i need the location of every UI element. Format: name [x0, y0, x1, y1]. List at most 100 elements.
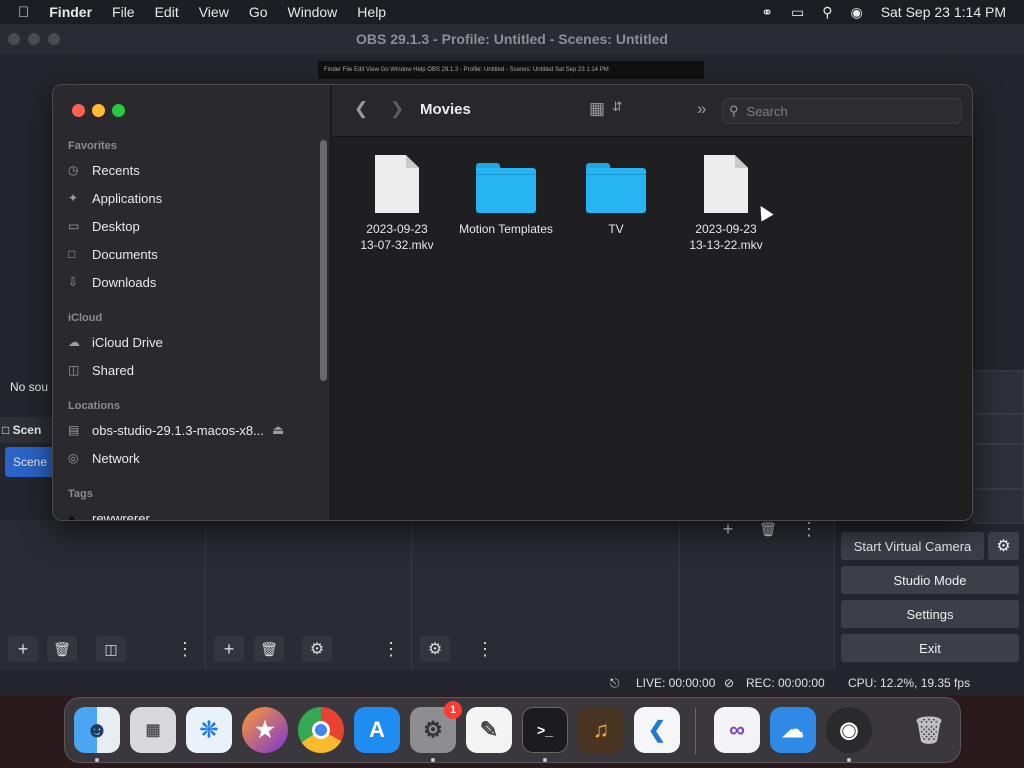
live-status: LIVE: 00:00:00 [636, 676, 716, 690]
grid-view-icon[interactable]: ▦ [589, 99, 605, 119]
finder-minimize-button[interactable] [92, 104, 105, 117]
menu-go[interactable]: Go [249, 4, 268, 20]
virtual-camera-settings-gear-icon[interactable]: ⚙ [988, 532, 1019, 560]
terminal-dock-icon[interactable]: >_ [522, 707, 568, 753]
obs-status-icon[interactable]: ⚭ [761, 4, 773, 21]
sidebar-item-applications[interactable]: ✦ Applications [68, 188, 318, 208]
vscode-dock-icon[interactable]: ❮ [634, 707, 680, 753]
dock-divider [695, 708, 696, 754]
menu-edit[interactable]: Edit [155, 4, 179, 20]
scenes-dock-title: □ Scen [0, 417, 52, 443]
search-input[interactable] [746, 103, 937, 119]
icloud-header: iCloud [68, 312, 103, 324]
sidebar-item-recents[interactable]: ◷ Recents [68, 160, 318, 180]
app-store-dock-icon[interactable]: A [354, 707, 400, 753]
spotlight-search-icon[interactable]: ⚲ [822, 4, 832, 21]
source-properties-gear-icon[interactable]: ⚙ [302, 636, 332, 662]
finder-sidebar: Favorites ◷ Recents ✦ Applications ▭ Deskto… [53, 85, 331, 521]
add-source-icon[interactable]: + [214, 636, 244, 662]
folder-item[interactable]: TV [561, 153, 671, 237]
screen-mirror-icon[interactable]: ▭ [791, 4, 804, 21]
scenes-dock-label: Scen [12, 423, 42, 437]
textedit-dock-icon[interactable]: ✎ [466, 707, 512, 753]
search-field[interactable]: ⚲ [722, 98, 962, 124]
weather-dock-icon[interactable]: ☁ [770, 707, 816, 753]
chrome-dock-icon[interactable] [298, 707, 344, 753]
sidebar-item-desktop[interactable]: ▭ Desktop [68, 216, 318, 236]
tags-header: Tags [68, 488, 93, 500]
cloud-icon: ☁ [68, 335, 80, 349]
obs-side-panel [973, 414, 1024, 444]
sidebar-item-label: Desktop [92, 218, 140, 234]
exit-button[interactable]: Exit [841, 634, 1019, 662]
control-center-icon[interactable]: ◉ [850, 4, 862, 21]
remove-scene-icon[interactable]: 🗑 [47, 636, 77, 662]
audio-menu-icon[interactable]: ⋮ [470, 636, 500, 662]
obs-dock-icon[interactable]: ◉ [826, 707, 872, 753]
more-toolbar-items-icon[interactable]: » [697, 99, 706, 119]
running-indicator [847, 758, 851, 762]
folder-title: Movies [420, 101, 471, 118]
safari-dock-icon[interactable]: ❊ [186, 707, 232, 753]
rec-icon: ⊘ [724, 676, 735, 690]
obs-zoom-button[interactable] [48, 33, 60, 45]
launchpad-dock-icon[interactable]: ▦ [130, 707, 176, 753]
menu-view[interactable]: View [199, 4, 229, 20]
menu-app-name[interactable]: Finder [49, 4, 92, 20]
eject-icon[interactable]: ⏏ [272, 422, 284, 438]
sidebar-item-network[interactable]: ◎ Network [68, 448, 318, 468]
sidebar-item-label: obs-studio-29.1.3-macos-x8... [92, 422, 264, 438]
apple-menu-icon[interactable]:  [18, 4, 29, 21]
audio-settings-gear-icon[interactable]: ⚙ [420, 636, 450, 662]
menu-window[interactable]: Window [288, 4, 338, 20]
sidebar-item-tag[interactable]: ● rewwrerer [68, 508, 318, 521]
garageband-dock-icon[interactable]: ♫ [578, 707, 624, 753]
settings-button[interactable]: Settings [841, 600, 1019, 628]
source-menu-icon[interactable]: ⋮ [376, 636, 406, 662]
finder-zoom-button[interactable] [112, 104, 125, 117]
forward-chevron-icon[interactable]: ❯ [390, 99, 404, 119]
studio-mode-button[interactable]: Studio Mode [841, 566, 1019, 594]
finder-close-button[interactable] [72, 104, 85, 117]
sidebar-item-label: Applications [92, 190, 163, 206]
system-settings-dock-icon[interactable]: ⚙ 1 [410, 701, 462, 753]
remove-source-icon[interactable]: 🗑 [254, 636, 284, 662]
dock: ☻ ▦ ❊ ★ A ⚙ 1 ✎ >_ ♫ ❮ ∞ ☁ ◉ 🗑 [64, 697, 961, 763]
view-options-chevron-icon[interactable]: ⇵ [612, 99, 623, 115]
sidebar-item-shared[interactable]: ◫ Shared [68, 360, 318, 380]
sidebar-item-icloud-drive[interactable]: ☁ iCloud Drive [68, 332, 318, 352]
file-name-line1: 2023-09-23 [695, 222, 757, 236]
cpu-status: CPU: 12.2%, 19.35 fps [848, 676, 971, 690]
menubar-clock[interactable]: Sat Sep 23 1:14 PM [881, 4, 1006, 20]
obs-minimize-button[interactable] [28, 33, 40, 45]
folder-item[interactable]: Motion Templates [451, 153, 561, 237]
firefox-dock-icon[interactable]: ★ [242, 707, 288, 753]
document-icon: □ [68, 247, 76, 261]
file-item[interactable]: 2023-09-23 13-07-32.mkv [342, 153, 452, 253]
add-scene-icon[interactable]: + [8, 636, 38, 662]
scene-list-item[interactable]: Scene [5, 447, 52, 477]
finder-dock-icon[interactable]: ☻ [74, 707, 120, 753]
menu-help[interactable]: Help [357, 4, 386, 20]
menu-file[interactable]: File [112, 4, 135, 20]
locations-header: Locations [68, 400, 120, 412]
obs-side-panel [973, 444, 1024, 489]
running-indicator [543, 758, 547, 762]
scene-menu-icon[interactable]: ⋮ [170, 636, 200, 662]
globe-icon: ◎ [68, 451, 79, 465]
obs-close-button[interactable] [8, 33, 20, 45]
sidebar-item-label: Documents [92, 246, 158, 262]
sidebar-item-documents[interactable]: □ Documents [68, 244, 318, 264]
applications-icon: ✦ [68, 191, 79, 205]
sidebar-item-downloads[interactable]: ⇩ Downloads [68, 272, 318, 292]
disk-icon: ▤ [68, 423, 80, 437]
start-virtual-camera-button[interactable]: Start Virtual Camera [841, 532, 984, 560]
sidebar-scrollbar[interactable] [320, 140, 327, 381]
obs-side-panel [973, 489, 1024, 524]
visual-studio-dock-icon[interactable]: ∞ [714, 707, 760, 753]
back-chevron-icon[interactable]: ❮ [354, 99, 368, 119]
trash-dock-icon[interactable]: 🗑 [906, 707, 952, 753]
sidebar-item-obs-volume[interactable]: ▤ obs-studio-29.1.3-macos-x8... ⏏ [68, 420, 318, 440]
favorites-header: Favorites [68, 140, 117, 152]
scene-filter-icon[interactable]: ◫ [96, 636, 126, 662]
